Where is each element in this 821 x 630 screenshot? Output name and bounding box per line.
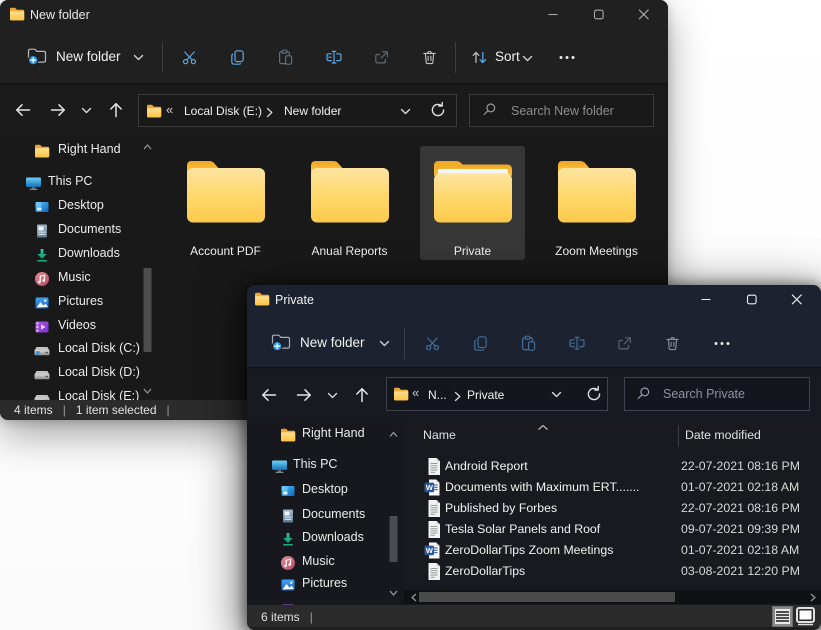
svg-text:W: W xyxy=(426,483,434,492)
svg-text:W: W xyxy=(426,546,434,555)
